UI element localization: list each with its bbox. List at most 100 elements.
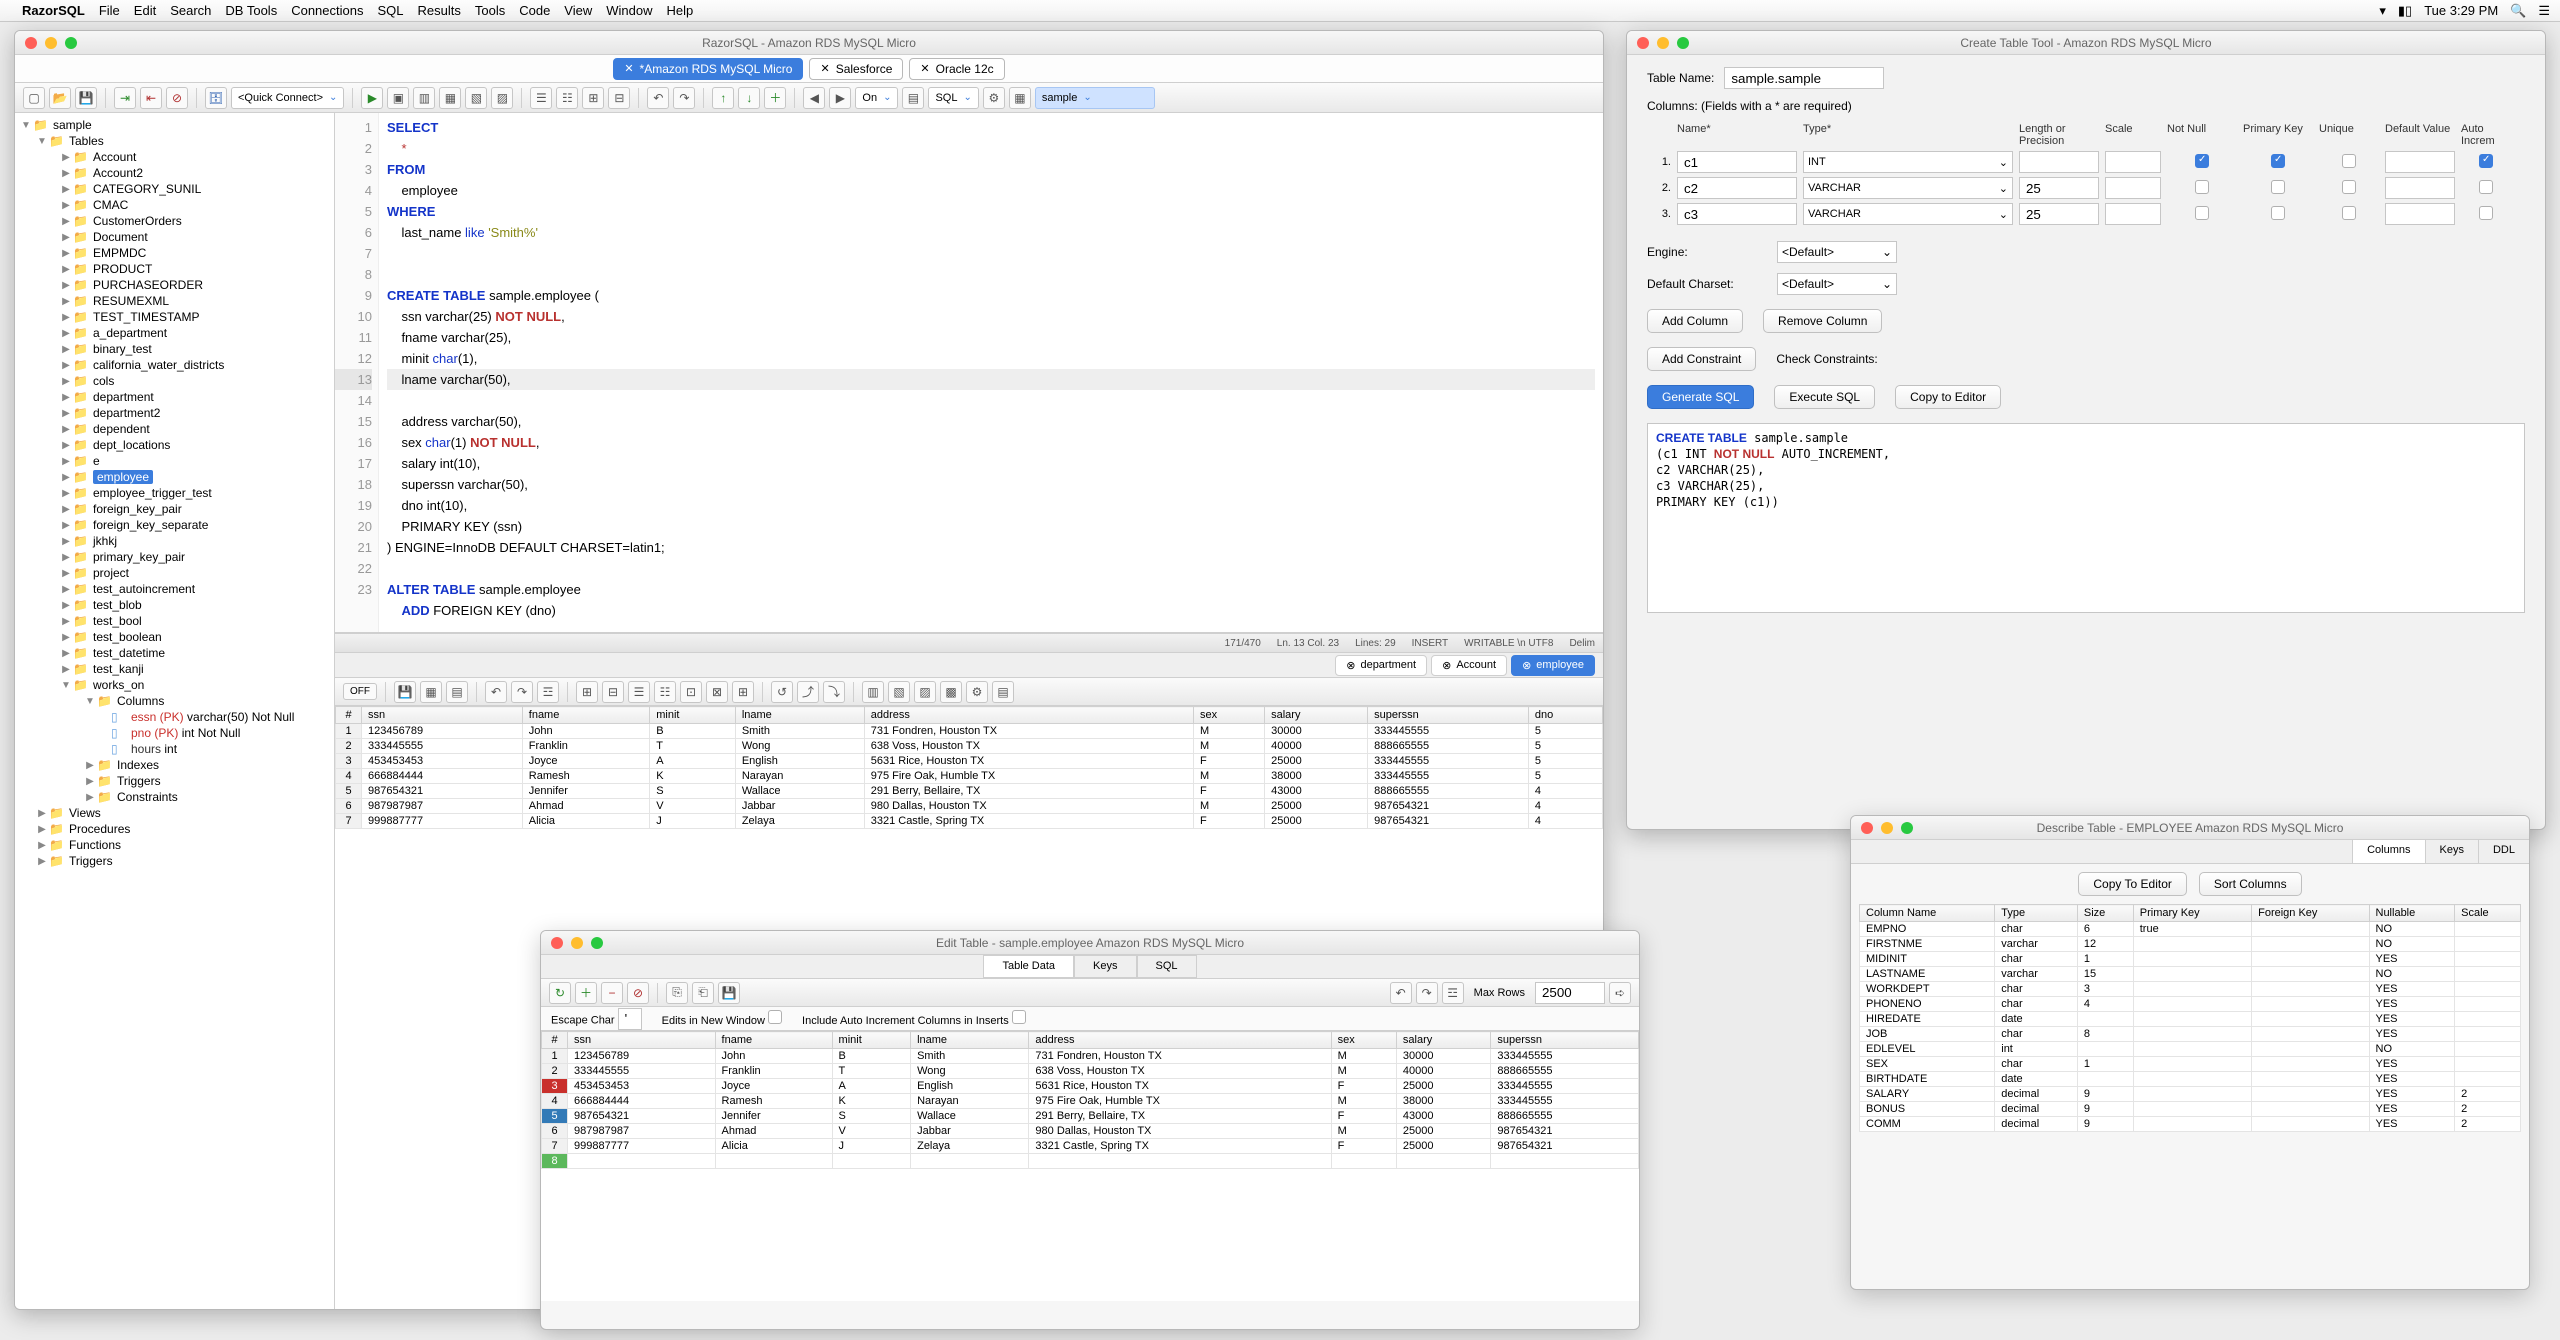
- menu-sql[interactable]: SQL: [377, 3, 403, 18]
- remove-column-button[interactable]: Remove Column: [1763, 309, 1882, 333]
- quick-connect-select[interactable]: <Quick Connect>⌄: [231, 87, 344, 109]
- tb-btn[interactable]: ▧: [888, 681, 910, 703]
- add-column-button[interactable]: Add Column: [1647, 309, 1743, 333]
- minimize-icon[interactable]: [1657, 37, 1669, 49]
- on-select[interactable]: On⌄: [855, 87, 898, 109]
- tb-btn[interactable]: ▤: [992, 681, 1014, 703]
- menubar-clock[interactable]: Tue 3:29 PM: [2424, 3, 2498, 18]
- maxrows-input[interactable]: [1535, 982, 1605, 1004]
- notnull-checkbox[interactable]: [2195, 180, 2209, 194]
- tb-btn[interactable]: ☲: [537, 681, 559, 703]
- zoom-icon[interactable]: [1677, 37, 1689, 49]
- tree-table-employee_trigger_test[interactable]: ▶📁employee_trigger_test: [15, 485, 334, 501]
- tree-table-CATEGORY_SUNIL[interactable]: ▶📁CATEGORY_SUNIL: [15, 181, 334, 197]
- tb-btn[interactable]: ⤴: [797, 681, 819, 703]
- tree-table-dependent[interactable]: ▶📁dependent: [15, 421, 334, 437]
- col-type-select[interactable]: VARCHAR⌄: [1803, 203, 2013, 225]
- go-icon[interactable]: ➪: [1609, 982, 1631, 1004]
- table-row[interactable]: HIREDATEdateYES: [1860, 1012, 2521, 1027]
- back-icon[interactable]: ◀: [803, 87, 825, 109]
- tree-folder[interactable]: ▶📁Triggers: [15, 853, 334, 869]
- add-icon[interactable]: ＋: [575, 982, 597, 1004]
- tree-folder[interactable]: ▶📁Functions: [15, 837, 334, 853]
- table-row[interactable]: SALARYdecimal9YES2: [1860, 1087, 2521, 1102]
- redo-icon[interactable]: ↷: [673, 87, 695, 109]
- col-scale-input[interactable]: [2105, 177, 2161, 199]
- et-header[interactable]: lname: [911, 1032, 1029, 1049]
- dt-header[interactable]: Scale: [2455, 905, 2521, 922]
- et-header[interactable]: salary: [1396, 1032, 1491, 1049]
- dt-tab-columns[interactable]: Columns: [2352, 840, 2424, 863]
- db-tree[interactable]: ▼📁sample▼📁Tables▶📁Account▶📁Account2▶📁CAT…: [15, 113, 335, 1309]
- table-name-input[interactable]: [1724, 67, 1884, 89]
- sql-output[interactable]: CREATE TABLE sample.sample (c1 INT NOT N…: [1647, 423, 2525, 613]
- tree-table-PRODUCT[interactable]: ▶📁PRODUCT: [15, 261, 334, 277]
- et-header[interactable]: sex: [1331, 1032, 1396, 1049]
- col-name-input[interactable]: [1677, 203, 1797, 225]
- connection-tab[interactable]: ✕Oracle 12c: [909, 58, 1004, 80]
- sort-columns-button[interactable]: Sort Columns: [2199, 872, 2302, 896]
- table-row[interactable]: 2333445555FranklinTWong638 Voss, Houston…: [542, 1064, 1639, 1079]
- tb-btn[interactable]: ▦: [439, 87, 461, 109]
- battery-icon[interactable]: ▮▯: [2398, 3, 2412, 19]
- table-row[interactable]: 2333445555FranklinTWong638 Voss, Houston…: [336, 739, 1603, 754]
- tb-btn[interactable]: ▨: [491, 87, 513, 109]
- lang-select[interactable]: SQL⌄: [928, 87, 978, 109]
- redo-icon[interactable]: ↷: [1416, 982, 1438, 1004]
- result-header[interactable]: fname: [522, 707, 649, 724]
- table-row[interactable]: 4666884444RameshKNarayan975 Fire Oak, Hu…: [336, 769, 1603, 784]
- tb-btn[interactable]: ⊞: [582, 87, 604, 109]
- tb-btn[interactable]: ⊟: [602, 681, 624, 703]
- tree-folder[interactable]: ▶📁Views: [15, 805, 334, 821]
- menu-code[interactable]: Code: [519, 3, 550, 18]
- refresh-icon[interactable]: ↻: [549, 982, 571, 1004]
- tree-table-department[interactable]: ▶📁department: [15, 389, 334, 405]
- save-icon[interactable]: 💾: [718, 982, 740, 1004]
- et-tab-sql[interactable]: SQL: [1137, 955, 1197, 978]
- close-tab-icon[interactable]: ✕: [820, 62, 829, 75]
- fwd-icon[interactable]: ▶: [829, 87, 851, 109]
- col-scale-input[interactable]: [2105, 203, 2161, 225]
- et-header[interactable]: superssn: [1491, 1032, 1639, 1049]
- tree-table-test_blob[interactable]: ▶📁test_blob: [15, 597, 334, 613]
- tree-table-test_bool[interactable]: ▶📁test_bool: [15, 613, 334, 629]
- tree-table-project[interactable]: ▶📁project: [15, 565, 334, 581]
- result-header[interactable]: superssn: [1368, 707, 1529, 724]
- menu-file[interactable]: File: [99, 3, 120, 18]
- tb-btn[interactable]: ⚙: [966, 681, 988, 703]
- nav-down-icon[interactable]: ↓: [738, 87, 760, 109]
- close-tab-icon[interactable]: ⊗: [1442, 659, 1451, 672]
- copy-icon[interactable]: ⎘: [666, 982, 688, 1004]
- nav-plus-icon[interactable]: ＋: [764, 87, 786, 109]
- undo-icon[interactable]: ↶: [647, 87, 669, 109]
- dt-header[interactable]: Type: [1995, 905, 2078, 922]
- save-icon[interactable]: 💾: [394, 681, 416, 703]
- tree-table-Account2[interactable]: ▶📁Account2: [15, 165, 334, 181]
- tree-table-CustomerOrders[interactable]: ▶📁CustomerOrders: [15, 213, 334, 229]
- dt-header[interactable]: Size: [2077, 905, 2133, 922]
- execute-sql-button[interactable]: Execute SQL: [1774, 385, 1875, 409]
- schema-select[interactable]: sample⌄: [1035, 87, 1155, 109]
- tree-table-works_on[interactable]: ▼📁works_on: [15, 677, 334, 693]
- tree-table-Account[interactable]: ▶📁Account: [15, 149, 334, 165]
- menu-tools[interactable]: Tools: [475, 3, 505, 18]
- tree-table-cols[interactable]: ▶📁cols: [15, 373, 334, 389]
- table-row[interactable]: FIRSTNMEvarchar12NO: [1860, 937, 2521, 952]
- menu-help[interactable]: Help: [667, 3, 694, 18]
- col-type-select[interactable]: VARCHAR⌄: [1803, 177, 2013, 199]
- save-icon[interactable]: 💾: [75, 87, 97, 109]
- tree-table-TEST_TIMESTAMP[interactable]: ▶📁TEST_TIMESTAMP: [15, 309, 334, 325]
- dt-tab-ddl[interactable]: DDL: [2478, 840, 2529, 863]
- table-row[interactable]: WORKDEPTchar3YES: [1860, 982, 2521, 997]
- close-tab-icon[interactable]: ✕: [624, 62, 633, 75]
- tb-btn[interactable]: ⚙: [983, 87, 1005, 109]
- table-row[interactable]: PHONENOchar4YES: [1860, 997, 2521, 1012]
- disconnect-icon[interactable]: ⇤: [140, 87, 162, 109]
- zoom-icon[interactable]: [65, 37, 77, 49]
- table-row[interactable]: MIDINITchar1YES: [1860, 952, 2521, 967]
- stop-icon[interactable]: ⊘: [166, 87, 188, 109]
- tb-btn[interactable]: ▣: [387, 87, 409, 109]
- tree-folder[interactable]: ▶📁Constraints: [15, 789, 334, 805]
- unique-checkbox[interactable]: [2342, 180, 2356, 194]
- menu-window[interactable]: Window: [606, 3, 652, 18]
